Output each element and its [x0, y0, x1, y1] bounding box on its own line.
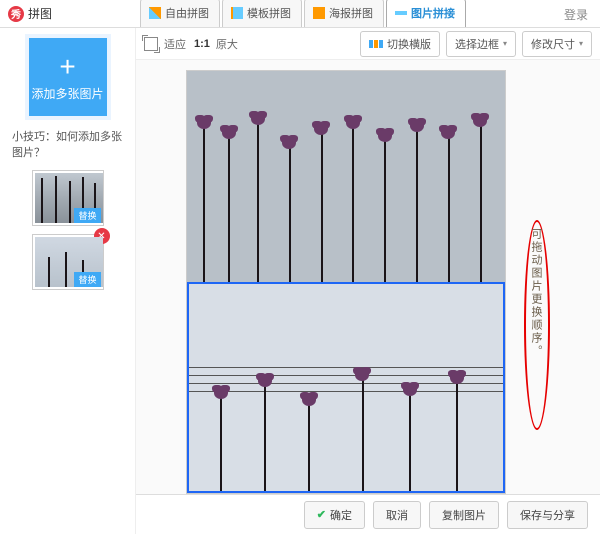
brand-icon: 秀	[8, 6, 24, 22]
tab-stitch[interactable]: 图片拼接	[386, 0, 466, 27]
stitched-canvas[interactable]	[186, 70, 506, 494]
poster-icon	[313, 7, 325, 19]
sidebar: + 添加多张图片 小技巧：如何添加多张图片？ 1 替换 2 ✕ 替换	[0, 28, 135, 534]
stitch-icon	[395, 7, 407, 19]
tab-label: 图片拼接	[411, 5, 455, 21]
mode-tabs: 自由拼图 模板拼图 海报拼图 图片拼接	[132, 0, 552, 27]
tab-poster[interactable]: 海报拼图	[304, 0, 384, 27]
chevron-down-icon: ▾	[503, 39, 507, 48]
tab-template[interactable]: 模板拼图	[222, 0, 302, 27]
fit-label[interactable]: 适应	[164, 36, 186, 52]
add-images-button[interactable]: + 添加多张图片	[29, 38, 107, 116]
brand-name: 拼图	[28, 5, 52, 22]
annotation: 可拖动图片更换顺序。	[524, 220, 550, 430]
cancel-button[interactable]: 取消	[373, 501, 421, 529]
tab-free[interactable]: 自由拼图	[140, 0, 220, 27]
replace-button[interactable]: 替换	[74, 272, 100, 287]
copy-button[interactable]: 复制图片	[429, 501, 499, 529]
panel-1[interactable]	[187, 71, 505, 282]
btn-label: 复制图片	[442, 507, 486, 523]
fit-icon[interactable]	[144, 37, 158, 51]
btn-label: 切换横版	[387, 36, 431, 52]
btn-label: 修改尺寸	[531, 36, 575, 52]
toolbar: 适应 1:1 原大 切换横版 选择边框 ▾ 修改尺寸 ▾	[136, 28, 600, 60]
footer: ✔ 确定 取消 复制图片 保存与分享	[136, 494, 600, 534]
check-icon: ✔	[317, 508, 326, 521]
thumb-1[interactable]: 1 替换	[32, 170, 104, 226]
border-button[interactable]: 选择边框 ▾	[446, 31, 516, 57]
btn-label: 保存与分享	[520, 507, 575, 523]
panel-2-selected[interactable]	[187, 282, 505, 493]
login-link[interactable]: 登录	[552, 0, 600, 27]
ok-button[interactable]: ✔ 确定	[304, 501, 365, 529]
thumb-2[interactable]: 2 ✕ 替换	[32, 234, 104, 290]
template-icon	[231, 7, 243, 19]
btn-label: 确定	[330, 507, 352, 523]
btn-label: 取消	[386, 507, 408, 523]
size-button[interactable]: 修改尺寸 ▾	[522, 31, 592, 57]
orientation-button[interactable]: 切换横版	[360, 31, 440, 57]
tab-label: 海报拼图	[329, 5, 373, 21]
orientation-icon	[369, 40, 383, 48]
replace-button[interactable]: 替换	[74, 208, 100, 223]
annotation-text: 可拖动图片更换顺序。	[528, 228, 544, 358]
tip-text[interactable]: 小技巧：如何添加多张图片？	[12, 128, 123, 160]
canvas-area: 可拖动图片更换顺序。	[136, 60, 600, 494]
add-label: 添加多张图片	[31, 85, 103, 102]
tab-label: 模板拼图	[247, 5, 291, 21]
plus-icon: +	[59, 53, 75, 81]
chevron-down-icon: ▾	[579, 39, 583, 48]
btn-label: 选择边框	[455, 36, 499, 52]
save-share-button[interactable]: 保存与分享	[507, 501, 588, 529]
free-icon	[149, 7, 161, 19]
zoom-label[interactable]: 原大	[216, 36, 238, 52]
tab-label: 自由拼图	[165, 5, 209, 21]
ratio-label[interactable]: 1:1	[194, 38, 210, 50]
